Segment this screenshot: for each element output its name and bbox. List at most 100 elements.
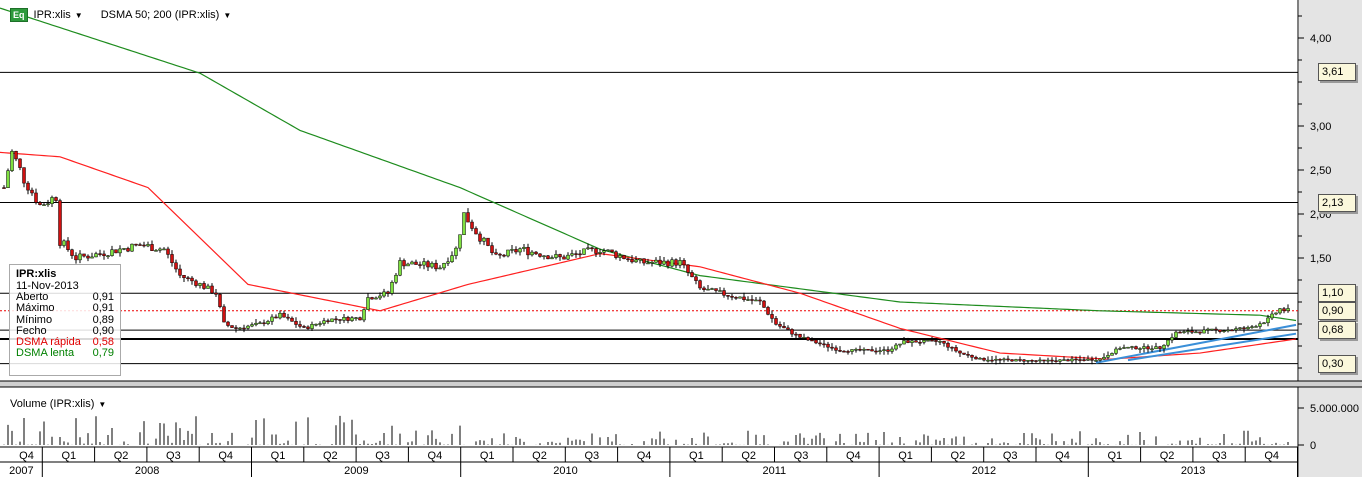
candle-body [206, 285, 210, 289]
candle-body [1246, 327, 1250, 330]
year-label: 2012 [972, 465, 996, 477]
candle-body [554, 254, 558, 258]
candle-body [574, 253, 578, 255]
quarter-label: Q1 [689, 450, 704, 462]
candle-body [22, 167, 26, 184]
volume-tick-label: 5.000.000 [1310, 403, 1359, 415]
symbol-selector[interactable]: IPR:xlis ▼ [34, 9, 83, 21]
candle-body [1094, 360, 1098, 362]
indicator-label: DSMA 50; 200 (IPR:xlis) [100, 9, 220, 21]
candle-body [1238, 327, 1242, 330]
candle-body [186, 277, 190, 280]
symbol-label: IPR:xlis [33, 9, 71, 21]
candle-body [386, 291, 390, 294]
candle-body [194, 280, 198, 286]
candle-body [150, 244, 154, 251]
candle-body [1114, 348, 1118, 354]
candle-body [690, 272, 694, 278]
candle-body [138, 244, 142, 246]
candle-body [250, 324, 254, 327]
price-chart[interactable]: 4,003,002,502,001,505.000.0000Q4 Q1 Q2 Q3 Q4… [0, 0, 1362, 477]
candle-body [850, 349, 854, 352]
candle-body [1086, 358, 1090, 361]
tooltip-title: IPR:xlis [16, 268, 57, 280]
quarter-label: Q1 [1107, 450, 1122, 462]
candle-body [190, 277, 194, 282]
candle-body [726, 295, 730, 297]
candle-body [950, 346, 954, 349]
candle-body [106, 255, 110, 257]
candle-body [162, 248, 166, 251]
chart-area[interactable]: 4,00 3,00 2,50 2,00 1,50 5.000.000 0 Q4 Q1 Q2 Q3 Q4… [0, 0, 1362, 477]
candle-body [166, 248, 170, 255]
candle-body [50, 197, 54, 204]
tooltip-row: Máximo 0,91 [16, 302, 114, 314]
candle-body [110, 249, 114, 256]
candle-body [1174, 331, 1178, 338]
candle-body [302, 326, 306, 328]
candle-body [710, 288, 714, 290]
equity-badge: Eq [10, 8, 28, 22]
candle-body [1162, 344, 1166, 349]
candle-body [398, 260, 402, 276]
candle-body [1258, 323, 1262, 327]
candle-body [1166, 339, 1170, 346]
price-tick-label: 2,50 [1310, 165, 1331, 177]
candle-body [842, 350, 846, 353]
candle-body [294, 321, 298, 325]
candle-body [454, 247, 458, 256]
candle-body [10, 150, 14, 171]
candle-body [254, 322, 258, 325]
candle-body [798, 333, 802, 338]
candle-body [274, 316, 278, 319]
candle-body [550, 257, 554, 260]
candle-body [978, 357, 982, 360]
quarter-label: Q2 [323, 450, 338, 462]
candle-body [766, 307, 770, 315]
candle-body [1006, 358, 1010, 361]
candle-body [1222, 330, 1226, 332]
candle-body [722, 290, 726, 296]
candle-body [446, 261, 450, 264]
candle-body [1046, 359, 1050, 362]
candle-body [1158, 346, 1162, 349]
tooltip-row: DSMA lenta 0,79 [16, 348, 114, 360]
candle-body [858, 348, 862, 351]
candle-body [670, 259, 674, 267]
candle-body [1034, 360, 1038, 362]
candle-body [1206, 328, 1210, 331]
candle-body [1026, 360, 1030, 362]
volume-selector[interactable]: Volume (IPR:xlis) ▼ [10, 398, 106, 410]
candle-body [1134, 346, 1138, 350]
candle-body [546, 255, 550, 260]
candle-body [358, 317, 362, 321]
candle-body [426, 261, 430, 268]
candle-body [34, 192, 38, 203]
price-level-label: 0,30 [1318, 354, 1356, 373]
chevron-down-icon: ▼ [98, 400, 107, 409]
candle-body [622, 255, 626, 260]
indicator-selector[interactable]: DSMA 50; 200 (IPR:xlis) ▼ [101, 9, 232, 21]
candle-body [1282, 308, 1286, 311]
quarter-label: Q1 [271, 450, 286, 462]
candle-body [6, 170, 10, 188]
candle-body [746, 299, 750, 301]
quarter-label: Q2 [741, 450, 756, 462]
candle-body [234, 327, 238, 329]
candle-body [1110, 353, 1114, 356]
candle-body [1214, 328, 1218, 331]
price-tick-label: 3,00 [1310, 121, 1331, 133]
candle-body [938, 340, 942, 343]
candle-body [790, 329, 794, 335]
candle-body [286, 316, 290, 319]
candle-body [78, 253, 82, 261]
candle-body [262, 322, 266, 325]
quarter-label: Q4 [1055, 450, 1070, 462]
candle-body [198, 283, 202, 286]
candle-body [202, 283, 206, 289]
candle-body [490, 245, 494, 253]
candle-body [38, 202, 42, 205]
volume-title: Volume (IPR:xlis) [10, 398, 95, 410]
candle-body [318, 323, 322, 325]
candle-body [214, 292, 218, 295]
